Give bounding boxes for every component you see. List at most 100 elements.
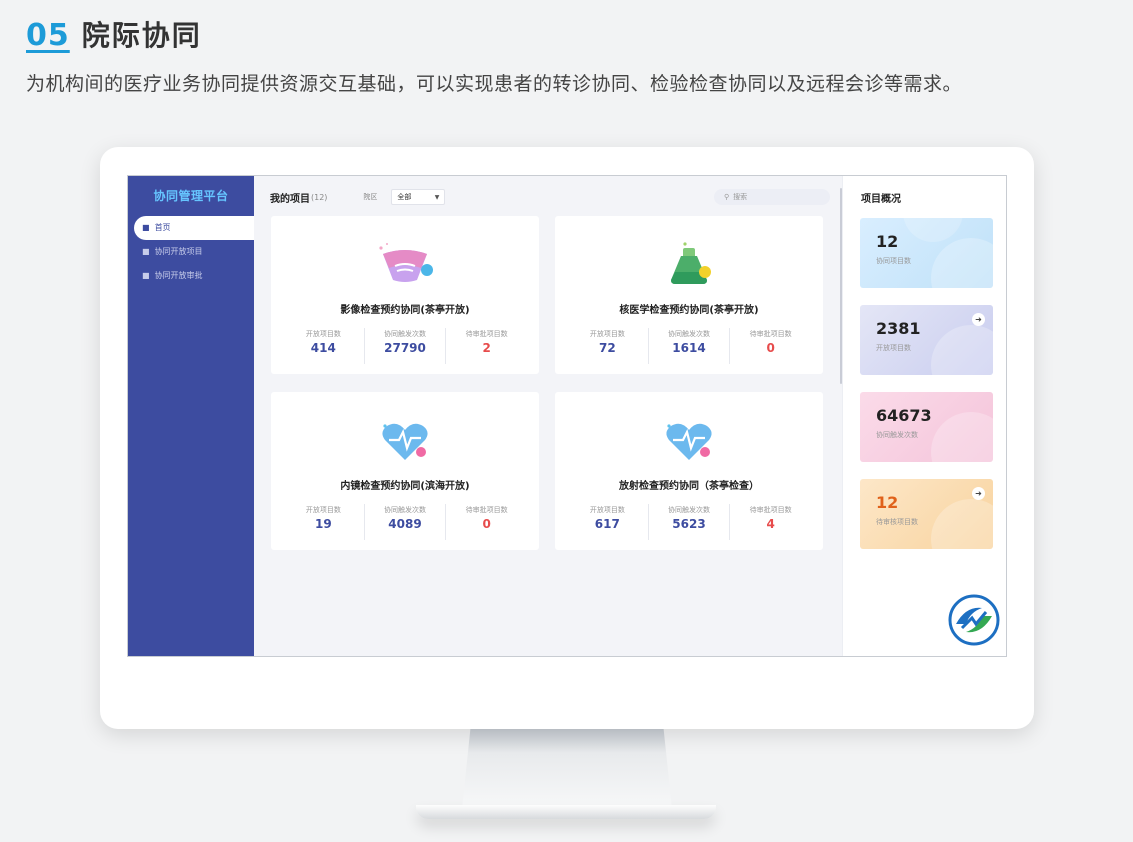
app-brand: 协同管理平台 [153, 189, 229, 203]
stat-label: 开放项目数 [305, 506, 341, 514]
project-count: (12) [311, 192, 328, 202]
stat-value: 0 [482, 517, 491, 531]
stat-value: 617 [594, 517, 620, 531]
overview-label: 协同触发次数 [876, 431, 918, 439]
project-card[interactable]: 放射检查预约协同（茶亭检查） 开放项目数 617 协同触发次数 5623 待审批… [555, 392, 823, 550]
project-title: 影像检查预约协同(茶亭开放) [340, 305, 470, 316]
overview-value: 64673 [876, 406, 932, 425]
arrow-right-icon[interactable]: ➜ [972, 313, 985, 326]
overview-title: 项目概况 [861, 194, 901, 205]
overview-label: 协同项目数 [876, 257, 911, 265]
overview-card-projects[interactable]: 12 协同项目数 [860, 218, 993, 288]
section-heading: 05 院际协同 [26, 14, 202, 54]
stat-label: 待审批项目数 [749, 506, 792, 514]
stat-triggers: 协同触发次数 4089 [365, 504, 447, 540]
main-content: 我的项目 (12) 院区 全部 ▼ ⚲ 搜索 影像检查预约协同(茶亭开放) 开放… [254, 176, 842, 656]
overview-value: 12 [876, 232, 899, 251]
stat-value: 1614 [672, 341, 706, 355]
folder-icon: ■ [142, 271, 150, 280]
overview-value: 12 [876, 493, 899, 512]
stat-value: 4089 [388, 517, 422, 531]
stat-label: 协同触发次数 [384, 506, 426, 514]
decorative-bubble [903, 218, 963, 242]
monitor-base [416, 805, 716, 819]
search-input[interactable]: ⚲ 搜索 [714, 189, 830, 205]
project-title: 放射检查预约协同（茶亭检查） [619, 481, 759, 492]
flask-icon [671, 242, 711, 284]
section-number: 05 [26, 18, 70, 53]
decorative-bubble [931, 412, 993, 462]
arrow-right-icon[interactable]: ➜ [972, 487, 985, 500]
region-select[interactable]: 全部 ▼ [391, 189, 446, 205]
stat-label: 协同触发次数 [384, 330, 426, 338]
stat-open: 开放项目数 72 [567, 328, 649, 364]
overview-card-open[interactable]: ➜ 2381 开放项目数 [860, 305, 993, 375]
stat-value: 2 [482, 341, 491, 355]
stat-open: 开放项目数 19 [283, 504, 365, 540]
heart-pulse-icon [382, 423, 428, 460]
stat-label: 待审批项目数 [749, 330, 792, 338]
search-placeholder: 搜索 [733, 193, 748, 201]
stat-triggers: 协同触发次数 5623 [649, 504, 731, 540]
stat-value: 5623 [672, 517, 706, 531]
section-title: 院际协同 [81, 19, 202, 52]
decorative-bubble [931, 238, 993, 288]
project-card[interactable]: 影像检查预约协同(茶亭开放) 开放项目数 414 协同触发次数 27790 待审… [271, 216, 539, 374]
stat-label: 开放项目数 [589, 330, 625, 338]
stat-label: 协同触发次数 [668, 506, 710, 514]
stat-triggers: 协同触发次数 1614 [649, 328, 731, 364]
chevron-down-icon: ▼ [434, 193, 440, 201]
project-stats: 开放项目数 72 协同触发次数 1614 待审批项目数 0 [567, 328, 811, 364]
monitor-stand [462, 729, 672, 809]
stat-value: 4 [766, 517, 775, 531]
stat-value: 72 [598, 341, 616, 355]
app-screen: 协同管理平台 ■ 首页 ■ 协同开放项目 ■ 协同开放审批 我的项目 (12) … [127, 175, 1007, 657]
folder-icon: ■ [142, 223, 150, 232]
stat-label: 协同触发次数 [668, 330, 710, 338]
stat-pending: 待审批项目数 4 [730, 504, 811, 540]
overview-panel: 项目概况 12 协同项目数 ➜ 2381 开放项目数 64673 协同触发次数 … [842, 176, 1006, 656]
sidebar-item-home[interactable]: ■ 首页 [134, 216, 254, 240]
sidebar-item-label: 协同开放审批 [154, 271, 203, 280]
overview-label: 待审核项目数 [876, 518, 918, 526]
region-label: 院区 [363, 193, 378, 201]
project-stats: 开放项目数 414 协同触发次数 27790 待审批项目数 2 [283, 328, 527, 364]
sidebar-item-label: 首页 [154, 223, 171, 232]
toolbar: 我的项目 (12) 院区 全部 ▼ ⚲ 搜索 [270, 188, 830, 206]
project-stats: 开放项目数 617 协同触发次数 5623 待审批项目数 4 [567, 504, 811, 540]
stat-value: 27790 [384, 341, 426, 355]
stat-open: 开放项目数 414 [283, 328, 365, 364]
stat-label: 待审批项目数 [465, 330, 508, 338]
stat-triggers: 协同触发次数 27790 [365, 328, 447, 364]
stat-open: 开放项目数 617 [567, 504, 649, 540]
my-projects-title: 我的项目 [270, 193, 310, 205]
stat-pending: 待审批项目数 0 [446, 504, 527, 540]
ultrasound-icon [379, 243, 433, 282]
sidebar-item-open-projects[interactable]: ■ 协同开放项目 [128, 240, 254, 264]
project-card[interactable]: 核医学检查预约协同(茶亭开放) 开放项目数 72 协同触发次数 1614 待审批… [555, 216, 823, 374]
project-stats: 开放项目数 19 协同触发次数 4089 待审批项目数 0 [283, 504, 527, 540]
stat-value: 414 [310, 341, 336, 355]
stat-value: 19 [314, 517, 332, 531]
overview-value: 2381 [876, 319, 921, 338]
stat-pending: 待审批项目数 2 [446, 328, 527, 364]
heart-pulse-icon [666, 423, 712, 460]
overview-label: 开放项目数 [876, 344, 911, 352]
sidebar-item-approvals[interactable]: ■ 协同开放审批 [128, 264, 254, 288]
project-title: 核医学检查预约协同(茶亭开放) [619, 305, 759, 316]
sidebar: 协同管理平台 ■ 首页 ■ 协同开放项目 ■ 协同开放审批 [128, 176, 254, 656]
stat-label: 开放项目数 [305, 330, 341, 338]
stat-value: 0 [766, 341, 775, 355]
project-card[interactable]: 内镜检查预约协同(滨海开放) 开放项目数 19 协同触发次数 4089 待审批项… [271, 392, 539, 550]
section-description: 为机构间的医疗业务协同提供资源交互基础，可以实现患者的转诊协同、检验检查协同以及… [26, 73, 963, 95]
region-select-value: 全部 [397, 193, 412, 201]
overview-card-triggers[interactable]: 64673 协同触发次数 [860, 392, 993, 462]
search-icon: ⚲ [724, 193, 730, 201]
brand-logo [948, 594, 1000, 646]
project-title: 内镜检查预约协同(滨海开放) [340, 481, 470, 492]
folder-icon: ■ [142, 247, 150, 256]
decorative-bubble [931, 499, 993, 549]
sidebar-item-label: 协同开放项目 [154, 247, 203, 256]
overview-card-pending[interactable]: ➜ 12 待审核项目数 [860, 479, 993, 549]
stat-label: 待审批项目数 [465, 506, 508, 514]
